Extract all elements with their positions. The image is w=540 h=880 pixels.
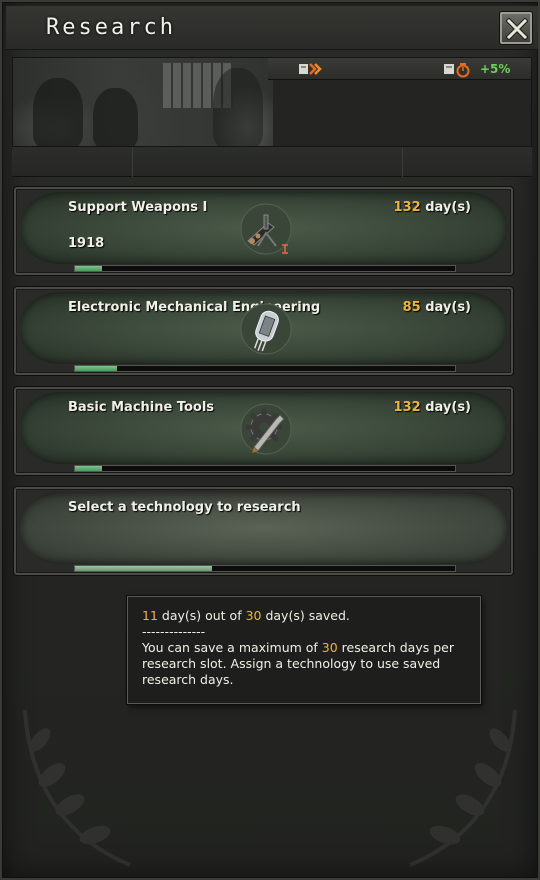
saved-days-progress-bar (74, 565, 456, 572)
laurel-decoration-right (409, 709, 517, 867)
research-slot-1[interactable]: Support Weapons I 1918 132 day(s) (14, 187, 513, 275)
research-banner-image: +5% (12, 57, 532, 147)
tech-days: 132 day(s) (393, 200, 471, 215)
close-button[interactable] (500, 12, 532, 44)
tech-name: Basic Machine Tools (68, 400, 215, 415)
research-bonus-icon[interactable] (443, 62, 473, 78)
research-slot-2[interactable]: Electronic Mechanical Engineering 85 day… (14, 287, 513, 375)
tech-name: Support Weapons I (68, 200, 208, 215)
research-bonus-value: +5% (480, 62, 511, 76)
vacuum-tube-icon (240, 303, 292, 355)
research-speed-icon[interactable] (298, 62, 326, 76)
research-slot-3[interactable]: Basic Machine Tools 132 day(s) (14, 387, 513, 475)
tech-days: 132 day(s) (393, 400, 471, 415)
title-bar: Research (6, 6, 538, 50)
machine-tools-icon (240, 403, 292, 455)
close-icon (506, 18, 528, 40)
saved-days-tooltip: 11 day(s) out of 30 day(s) saved. ------… (127, 596, 481, 704)
research-slot-empty[interactable]: Select a technology to research (14, 487, 513, 575)
research-bonus-strip: +5% (268, 58, 531, 80)
tooltip-description: You can save a maximum of 30 research da… (142, 640, 454, 687)
tech-days: 85 day(s) (402, 300, 471, 315)
research-progress-bar (74, 365, 456, 372)
select-technology-prompt: Select a technology to research (68, 500, 301, 515)
window-title: Research (46, 15, 176, 40)
tech-year: 1918 (68, 236, 105, 251)
research-panel: Research +5% Support Weapons I 1918 132 … (0, 0, 540, 880)
tooltip-separator: -------------- (142, 624, 206, 639)
saved-days-line: 11 day(s) out of 30 day(s) saved. (142, 608, 350, 623)
research-progress-bar (74, 465, 456, 472)
research-progress-bar (74, 265, 456, 272)
laurel-decoration-left (23, 709, 131, 867)
support-weapons-icon (240, 203, 292, 255)
research-subbar (12, 147, 532, 177)
